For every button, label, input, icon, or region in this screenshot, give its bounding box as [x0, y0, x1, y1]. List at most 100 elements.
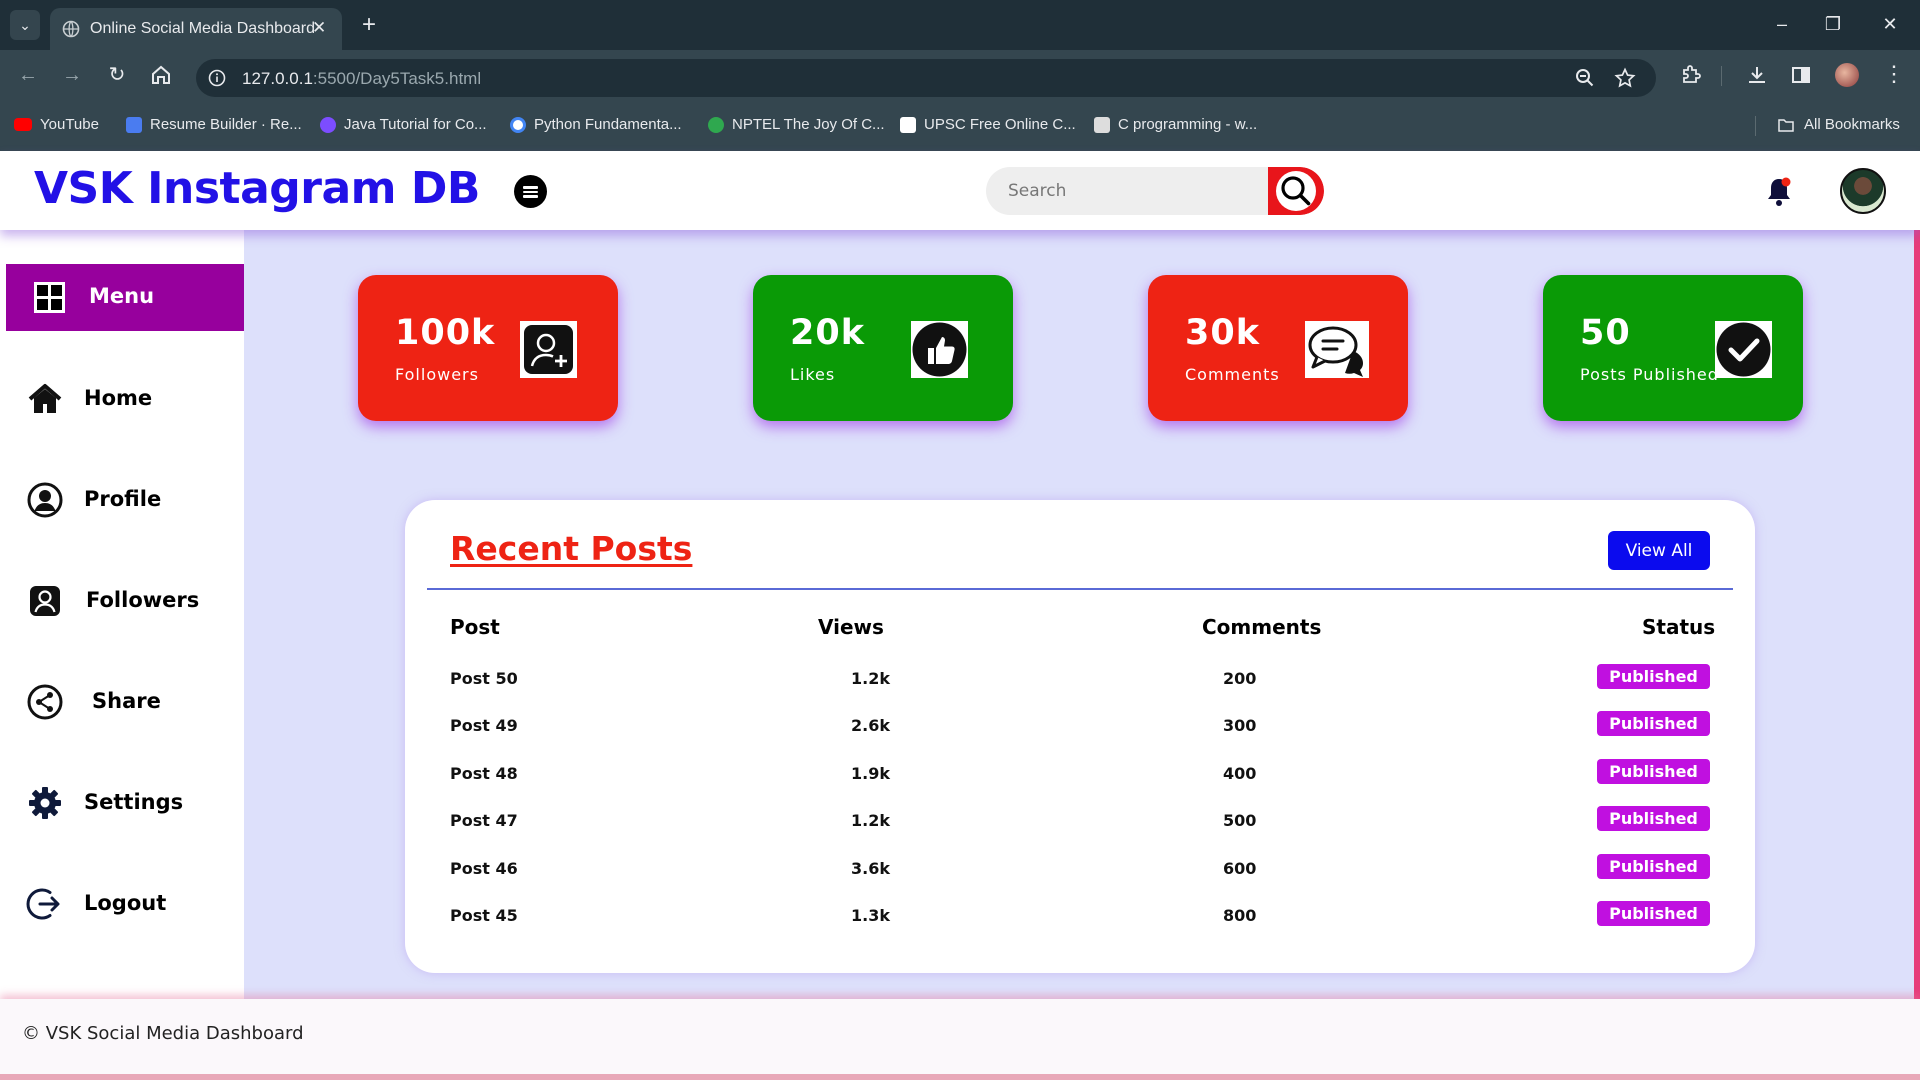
stat-card-comments: 30k Comments: [1148, 275, 1408, 421]
add-user-icon: [520, 321, 577, 378]
minimize-icon[interactable]: –: [1770, 12, 1794, 36]
brand-logo-text[interactable]: VSK Instagram DB: [34, 163, 480, 214]
stat-label: Followers: [395, 365, 479, 384]
thumbs-up-icon: [911, 321, 968, 378]
post-comments: 400: [1223, 764, 1257, 783]
stat-card-posts: 50 Posts Published: [1543, 275, 1803, 421]
youtube-icon: [14, 118, 32, 131]
sidebar-item-profile[interactable]: Profile: [0, 475, 244, 525]
logout-icon: [26, 888, 60, 920]
close-window-icon[interactable]: ✕: [1878, 12, 1902, 36]
table-row: Post 47 1.2k 500 Published: [405, 806, 1755, 836]
forward-icon[interactable]: →: [60, 63, 84, 87]
footer-copyright: © VSK Social Media Dashboard: [22, 1023, 304, 1044]
tab-search-button[interactable]: ⌄: [10, 10, 40, 40]
stat-label: Comments: [1185, 365, 1280, 384]
post-views: 3.6k: [851, 859, 890, 878]
post-name: Post 47: [450, 811, 518, 830]
sidebar-menu-header[interactable]: Menu: [6, 264, 244, 331]
search-input[interactable]: [986, 167, 1268, 215]
post-views: 1.3k: [851, 906, 890, 925]
bookmark-upsc[interactable]: UPSC Free Online C...: [900, 116, 1076, 133]
globe-icon: [62, 20, 80, 38]
bookmark-python[interactable]: Python Fundamenta...: [510, 116, 682, 133]
extensions-icon[interactable]: [1679, 63, 1703, 87]
stat-value: 20k: [790, 313, 865, 353]
column-header-comments: Comments: [1202, 615, 1322, 639]
browser-profile-avatar[interactable]: [1835, 63, 1859, 87]
back-icon[interactable]: ←: [16, 63, 40, 87]
divider: [427, 588, 1733, 590]
page-right-edge: [1914, 230, 1920, 999]
sidebar: Menu Home Profile Followers Share Settin…: [0, 230, 244, 999]
sidebar-item-settings[interactable]: Settings: [0, 778, 244, 828]
view-all-button[interactable]: View All: [1608, 531, 1710, 570]
search-button[interactable]: [1268, 167, 1324, 215]
column-header-post: Post: [450, 615, 500, 639]
sidebar-item-label: Share: [92, 689, 161, 713]
hamburger-menu-icon[interactable]: [514, 175, 547, 208]
bookmarks-bar: YouTube Resume Builder · Re... Java Tuto…: [0, 100, 1920, 151]
stat-value: 100k: [395, 313, 496, 353]
home-page-icon[interactable]: [149, 63, 173, 87]
post-name: Post 48: [450, 764, 518, 783]
post-views: 1.9k: [851, 764, 890, 783]
notification-bell-icon[interactable]: [1764, 175, 1794, 209]
table-row: Post 46 3.6k 600 Published: [405, 854, 1755, 884]
bookmark-youtube[interactable]: YouTube: [14, 116, 99, 133]
status-badge: Published: [1597, 711, 1710, 736]
side-panel-icon[interactable]: [1789, 63, 1813, 87]
all-bookmarks-button[interactable]: All Bookmarks: [1776, 116, 1900, 133]
url-text: 127.0.0.1:5500/Day5Task5.html: [242, 69, 482, 88]
sidebar-item-home[interactable]: Home: [0, 374, 244, 424]
nptel-icon: [708, 116, 724, 133]
download-icon[interactable]: [1745, 63, 1769, 87]
column-header-views: Views: [818, 615, 884, 639]
zoom-icon[interactable]: [1574, 67, 1596, 89]
stat-card-likes: 20k Likes: [753, 275, 1013, 421]
post-comments: 300: [1223, 716, 1257, 735]
sidebar-item-share[interactable]: Share: [0, 677, 244, 727]
user-circle-icon: [27, 482, 63, 518]
bookmark-c-programming[interactable]: C programming - w...: [1094, 116, 1257, 133]
status-badge: Published: [1597, 901, 1710, 926]
stat-label: Posts Published: [1580, 365, 1719, 384]
bookmarks-divider: [1755, 116, 1756, 136]
status-badge: Published: [1597, 806, 1710, 831]
bookmark-resume-builder[interactable]: Resume Builder · Re...: [126, 116, 302, 133]
recent-posts-title: Recent Posts: [450, 529, 693, 568]
folder-icon: [1778, 118, 1794, 132]
new-tab-button[interactable]: +: [354, 10, 384, 40]
site-info-icon[interactable]: [208, 69, 226, 87]
restore-icon[interactable]: ❐: [1821, 12, 1845, 36]
check-circle-icon: [1715, 321, 1772, 378]
table-row: Post 49 2.6k 300 Published: [405, 711, 1755, 741]
post-comments: 600: [1223, 859, 1257, 878]
user-square-icon: [30, 586, 60, 616]
address-bar[interactable]: 127.0.0.1:5500/Day5Task5.html: [196, 59, 1656, 97]
page-bottom-strip: [0, 1074, 1920, 1080]
sidebar-item-logout[interactable]: Logout: [0, 879, 244, 929]
sidebar-item-label: Logout: [84, 891, 167, 915]
sidebar-item-label: Home: [84, 386, 153, 410]
column-header-status: Status: [1642, 615, 1716, 639]
post-comments: 800: [1223, 906, 1257, 925]
sidebar-item-followers[interactable]: Followers: [0, 576, 244, 626]
user-avatar[interactable]: [1840, 168, 1886, 214]
post-comments: 200: [1223, 669, 1257, 688]
search-box: [986, 167, 1324, 215]
bookmark-star-icon[interactable]: [1614, 67, 1636, 89]
sidebar-menu-label: Menu: [89, 284, 155, 308]
close-tab-icon[interactable]: ✕: [312, 18, 326, 38]
reload-icon[interactable]: ↻: [105, 63, 129, 87]
home-icon: [28, 384, 62, 413]
sidebar-item-label: Followers: [86, 588, 200, 612]
bookmark-java-tutorial[interactable]: Java Tutorial for Co...: [320, 116, 487, 133]
post-views: 1.2k: [851, 669, 890, 688]
post-name: Post 45: [450, 906, 518, 925]
browser-tab-active[interactable]: Online Social Media Dashboard ✕: [50, 8, 342, 50]
post-name: Post 50: [450, 669, 518, 688]
browser-menu-icon[interactable]: ⋮: [1883, 62, 1905, 86]
browser-toolbar: ← → ↻ 127.0.0.1:5500/Day5Task5.html ⋮: [0, 50, 1920, 100]
bookmark-nptel[interactable]: NPTEL The Joy Of C...: [708, 116, 885, 133]
